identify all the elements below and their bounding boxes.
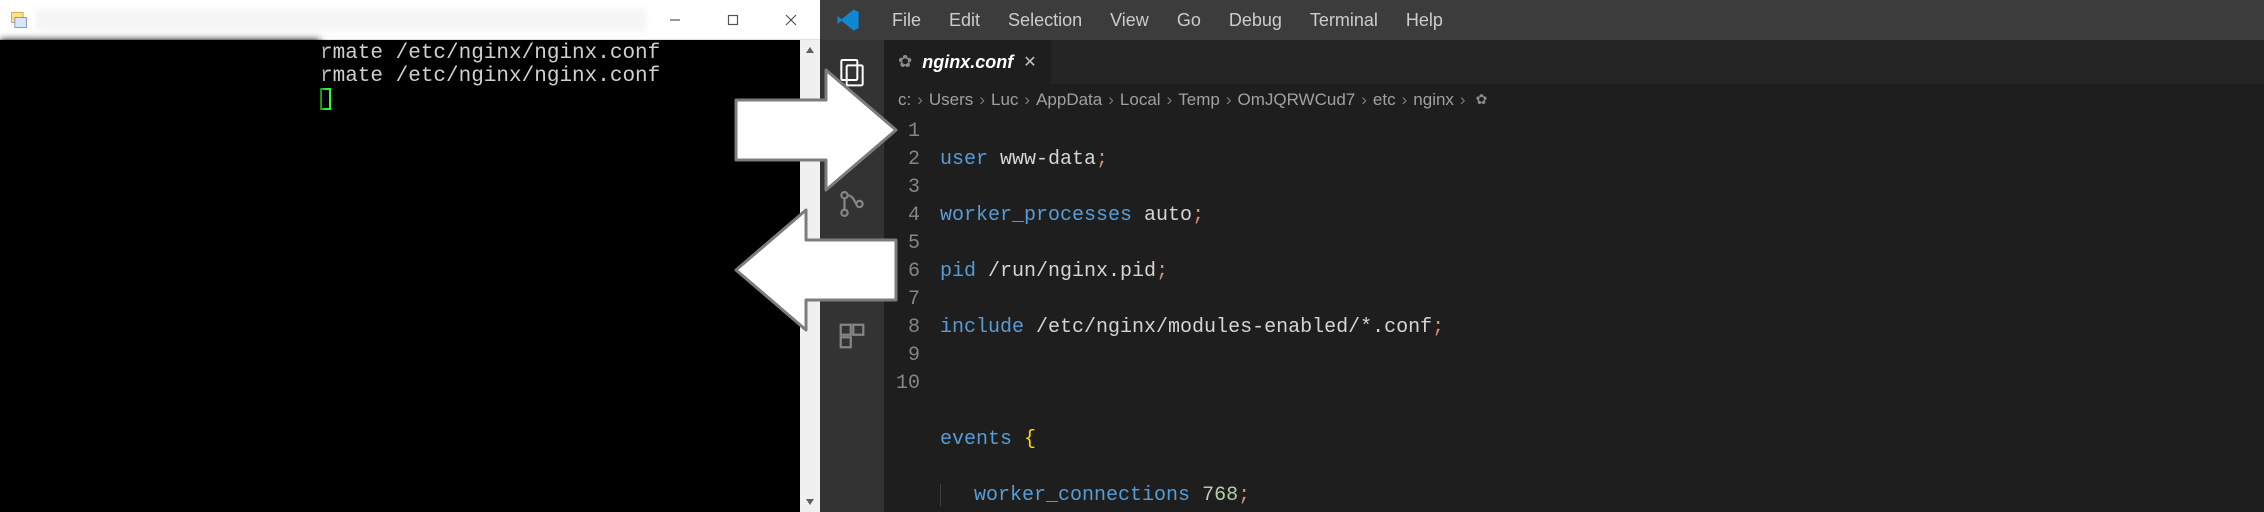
chevron-right-icon: › bbox=[1402, 90, 1408, 110]
chevron-right-icon: › bbox=[979, 90, 985, 110]
scroll-down-icon[interactable] bbox=[800, 492, 820, 512]
chevron-right-icon: › bbox=[917, 90, 923, 110]
chevron-right-icon: › bbox=[1167, 90, 1173, 110]
crumb[interactable]: AppData bbox=[1036, 90, 1102, 110]
line-number-gutter: 1 2 3 4 5 6 7 8 9 10 bbox=[884, 116, 940, 512]
gear-icon: ✿ bbox=[898, 52, 912, 72]
minimize-button[interactable] bbox=[646, 0, 704, 39]
crumb[interactable]: c: bbox=[898, 90, 911, 110]
source-control-icon[interactable] bbox=[834, 186, 870, 222]
crumb[interactable]: Local bbox=[1120, 90, 1161, 110]
window-controls bbox=[646, 0, 820, 39]
titlebar[interactable] bbox=[0, 0, 820, 40]
menu-debug[interactable]: Debug bbox=[1217, 6, 1294, 35]
menu-file[interactable]: File bbox=[880, 6, 933, 35]
cursor-icon bbox=[320, 88, 331, 110]
terminal-window: rmate /etc/nginx/nginx.conf rmate /etc/n… bbox=[0, 0, 820, 512]
search-icon[interactable] bbox=[834, 120, 870, 156]
chevron-right-icon: › bbox=[1460, 90, 1466, 110]
menu-terminal[interactable]: Terminal bbox=[1298, 6, 1390, 35]
scrollbar[interactable] bbox=[800, 40, 820, 512]
code-content[interactable]: user www-data; worker_processes auto; pi… bbox=[940, 116, 2264, 512]
crumb[interactable]: OmJQRWCud7 bbox=[1237, 90, 1355, 110]
menu-help[interactable]: Help bbox=[1394, 6, 1455, 35]
tab-bar: ✿ nginx.conf ✕ bbox=[884, 40, 2264, 84]
putty-icon bbox=[8, 9, 30, 31]
window-title bbox=[36, 9, 646, 31]
activity-bar bbox=[820, 40, 884, 512]
editor-area: ✿ nginx.conf ✕ c:› Users› Luc› AppData› … bbox=[884, 40, 2264, 512]
chevron-right-icon: › bbox=[1024, 90, 1030, 110]
terminal-prompt-blur bbox=[0, 40, 320, 140]
terminal-output: rmate /etc/nginx/nginx.conf rmate /etc/n… bbox=[320, 40, 800, 512]
menu-go[interactable]: Go bbox=[1165, 6, 1213, 35]
code-editor[interactable]: 1 2 3 4 5 6 7 8 9 10 user www-data; work… bbox=[884, 116, 2264, 512]
crumb[interactable]: Users bbox=[929, 90, 973, 110]
chevron-right-icon: › bbox=[1226, 90, 1232, 110]
breadcrumb[interactable]: c:› Users› Luc› AppData› Local› Temp› Om… bbox=[884, 84, 2264, 116]
vscode-logo-icon bbox=[834, 6, 862, 34]
menu-edit[interactable]: Edit bbox=[937, 6, 992, 35]
tab-nginx-conf[interactable]: ✿ nginx.conf ✕ bbox=[884, 40, 1052, 84]
menubar: File Edit Selection View Go Debug Termin… bbox=[820, 0, 2264, 40]
crumb[interactable]: Luc bbox=[991, 90, 1018, 110]
tab-label: nginx.conf bbox=[922, 52, 1013, 73]
chevron-right-icon: › bbox=[1361, 90, 1367, 110]
crumb[interactable]: nginx bbox=[1413, 90, 1454, 110]
maximize-button[interactable] bbox=[704, 0, 762, 39]
crumb[interactable]: etc bbox=[1373, 90, 1396, 110]
menu-view[interactable]: View bbox=[1098, 6, 1161, 35]
close-button[interactable] bbox=[762, 0, 820, 39]
close-icon[interactable]: ✕ bbox=[1023, 52, 1036, 72]
extensions-icon[interactable] bbox=[834, 318, 870, 354]
terminal-body[interactable]: rmate /etc/nginx/nginx.conf rmate /etc/n… bbox=[0, 40, 820, 512]
terminal-line: rmate /etc/nginx/nginx.conf bbox=[320, 42, 660, 65]
chevron-right-icon: › bbox=[1108, 90, 1114, 110]
terminal-line: rmate /etc/nginx/nginx.conf bbox=[320, 65, 660, 88]
crumb[interactable]: Temp bbox=[1178, 90, 1220, 110]
explorer-icon[interactable] bbox=[834, 54, 870, 90]
scroll-up-icon[interactable] bbox=[800, 40, 820, 60]
debug-icon[interactable] bbox=[834, 252, 870, 288]
vscode-window: File Edit Selection View Go Debug Termin… bbox=[820, 0, 2264, 512]
menu-selection[interactable]: Selection bbox=[996, 6, 1094, 35]
gear-icon: ✿ bbox=[1476, 91, 1488, 108]
